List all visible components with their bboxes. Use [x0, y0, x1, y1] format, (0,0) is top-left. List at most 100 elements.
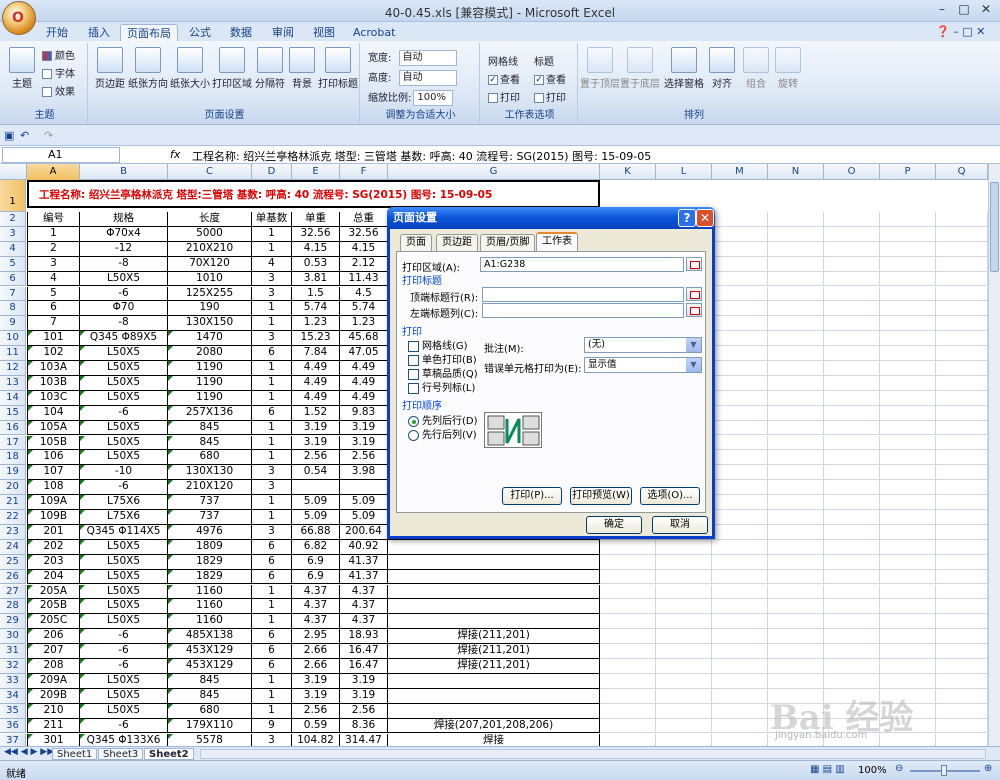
- row-header[interactable]: 19: [0, 465, 26, 481]
- empty-cell[interactable]: [768, 465, 824, 481]
- row-header[interactable]: 17: [0, 435, 26, 451]
- empty-cell[interactable]: [768, 226, 824, 242]
- table-cell[interactable]: 1: [252, 510, 292, 525]
- close-button[interactable]: ✕: [696, 209, 714, 227]
- gridlines-view-checkbox[interactable]: ✓ 查看: [488, 71, 520, 86]
- table-cell[interactable]: 3.19: [292, 420, 340, 436]
- empty-cell[interactable]: [712, 539, 768, 555]
- table-cell[interactable]: 200.64: [340, 524, 388, 540]
- table-cell[interactable]: L50X5: [80, 271, 168, 287]
- empty-cell[interactable]: [768, 644, 824, 659]
- empty-cell[interactable]: [768, 510, 824, 525]
- table-cell[interactable]: 103A: [27, 361, 80, 376]
- empty-cell[interactable]: [712, 644, 768, 659]
- row-header[interactable]: 7: [0, 286, 26, 302]
- empty-cell[interactable]: [880, 405, 936, 421]
- empty-cell[interactable]: [712, 659, 768, 674]
- table-cell[interactable]: -8: [80, 256, 168, 272]
- empty-cell[interactable]: [768, 584, 824, 600]
- empty-cell[interactable]: [880, 584, 936, 600]
- empty-cell[interactable]: [656, 584, 712, 600]
- empty-cell[interactable]: [712, 405, 768, 421]
- table-cell[interactable]: 5000: [168, 226, 252, 242]
- empty-cell[interactable]: [936, 405, 988, 421]
- empty-cell[interactable]: [936, 554, 988, 570]
- table-cell[interactable]: 焊接(211,201): [388, 629, 600, 645]
- empty-cell[interactable]: [600, 703, 656, 719]
- table-cell[interactable]: 3.98: [340, 465, 388, 481]
- table-cell[interactable]: 5.09: [292, 495, 340, 510]
- table-cell[interactable]: 3: [27, 256, 80, 272]
- table-cell[interactable]: 0.59: [292, 718, 340, 734]
- table-cell[interactable]: 1829: [168, 569, 252, 585]
- table-cell[interactable]: 2.56: [340, 450, 388, 466]
- table-cell[interactable]: 485X138: [168, 629, 252, 645]
- empty-cell[interactable]: [768, 361, 824, 376]
- table-cell[interactable]: 0.53: [292, 256, 340, 272]
- table-cell[interactable]: 4.49: [292, 375, 340, 391]
- table-cell[interactable]: 16.47: [340, 644, 388, 659]
- row-header[interactable]: 37: [0, 733, 26, 746]
- empty-cell[interactable]: [768, 450, 824, 466]
- title-cell-a1[interactable]: 工程名称: 绍兴兰亭格林派克 塔型:三管塔 基数: 呼高: 40 流程号: SG…: [27, 180, 600, 208]
- empty-cell[interactable]: [712, 614, 768, 630]
- empty-cell[interactable]: [824, 346, 880, 361]
- table-cell[interactable]: 208: [27, 659, 80, 674]
- empty-cell[interactable]: [936, 733, 988, 746]
- table-cell[interactable]: 2.56: [340, 703, 388, 719]
- table-cell[interactable]: 4.37: [292, 584, 340, 600]
- table-cell[interactable]: 1: [252, 614, 292, 630]
- empty-cell[interactable]: [880, 524, 936, 540]
- empty-cell[interactable]: [712, 390, 768, 406]
- row-header[interactable]: 9: [0, 316, 26, 332]
- empty-cell[interactable]: [768, 629, 824, 645]
- empty-cell[interactable]: [768, 420, 824, 436]
- row-header[interactable]: 29: [0, 614, 26, 630]
- empty-cell[interactable]: [880, 212, 936, 227]
- empty-cell[interactable]: [712, 524, 768, 540]
- row-header[interactable]: 31: [0, 644, 26, 659]
- table-cell[interactable]: 45.68: [340, 331, 388, 347]
- table-cell[interactable]: 2.95: [292, 629, 340, 645]
- top-rows-input[interactable]: [482, 287, 684, 302]
- empty-cell[interactable]: [600, 584, 656, 600]
- theme-effects-button[interactable]: 效果: [42, 83, 75, 98]
- close-icon[interactable]: ✕: [976, 2, 996, 18]
- table-cell[interactable]: -6: [80, 405, 168, 421]
- empty-cell[interactable]: [768, 331, 824, 347]
- empty-cell[interactable]: [768, 599, 824, 615]
- empty-cell[interactable]: [824, 316, 880, 332]
- table-cell[interactable]: 103B: [27, 375, 80, 391]
- empty-cell[interactable]: [880, 539, 936, 555]
- table-cell[interactable]: 1160: [168, 614, 252, 630]
- empty-cell[interactable]: [712, 554, 768, 570]
- table-cell[interactable]: 总重: [340, 212, 388, 227]
- table-cell[interactable]: 2.56: [292, 450, 340, 466]
- empty-cell[interactable]: [824, 301, 880, 317]
- table-cell[interactable]: 845: [168, 435, 252, 451]
- empty-cell[interactable]: [936, 524, 988, 540]
- empty-cell[interactable]: [824, 420, 880, 436]
- table-cell[interactable]: L50X5: [80, 584, 168, 600]
- table-cell[interactable]: -6: [80, 629, 168, 645]
- table-cell[interactable]: 1010: [168, 271, 252, 287]
- empty-cell[interactable]: [824, 286, 880, 302]
- table-cell[interactable]: 105A: [27, 420, 80, 436]
- empty-cell[interactable]: [768, 435, 824, 451]
- options-button[interactable]: 选项(O)...: [640, 487, 700, 505]
- table-cell[interactable]: 8.36: [340, 718, 388, 734]
- empty-cell[interactable]: [936, 241, 988, 257]
- table-cell[interactable]: 210X120: [168, 480, 252, 496]
- empty-cell[interactable]: [656, 599, 712, 615]
- table-cell[interactable]: Φ70x4: [80, 226, 168, 242]
- theme-fonts-button[interactable]: 字体: [42, 65, 75, 80]
- empty-cell[interactable]: [824, 629, 880, 645]
- table-cell[interactable]: L75X6: [80, 495, 168, 510]
- down-then-over-radio[interactable]: 先列后行(D): [408, 412, 478, 427]
- table-cell[interactable]: 101: [27, 331, 80, 347]
- table-cell[interactable]: 102: [27, 346, 80, 361]
- empty-cell[interactable]: [824, 614, 880, 630]
- empty-cell[interactable]: [936, 316, 988, 332]
- empty-cell[interactable]: [824, 435, 880, 451]
- empty-cell[interactable]: [936, 688, 988, 704]
